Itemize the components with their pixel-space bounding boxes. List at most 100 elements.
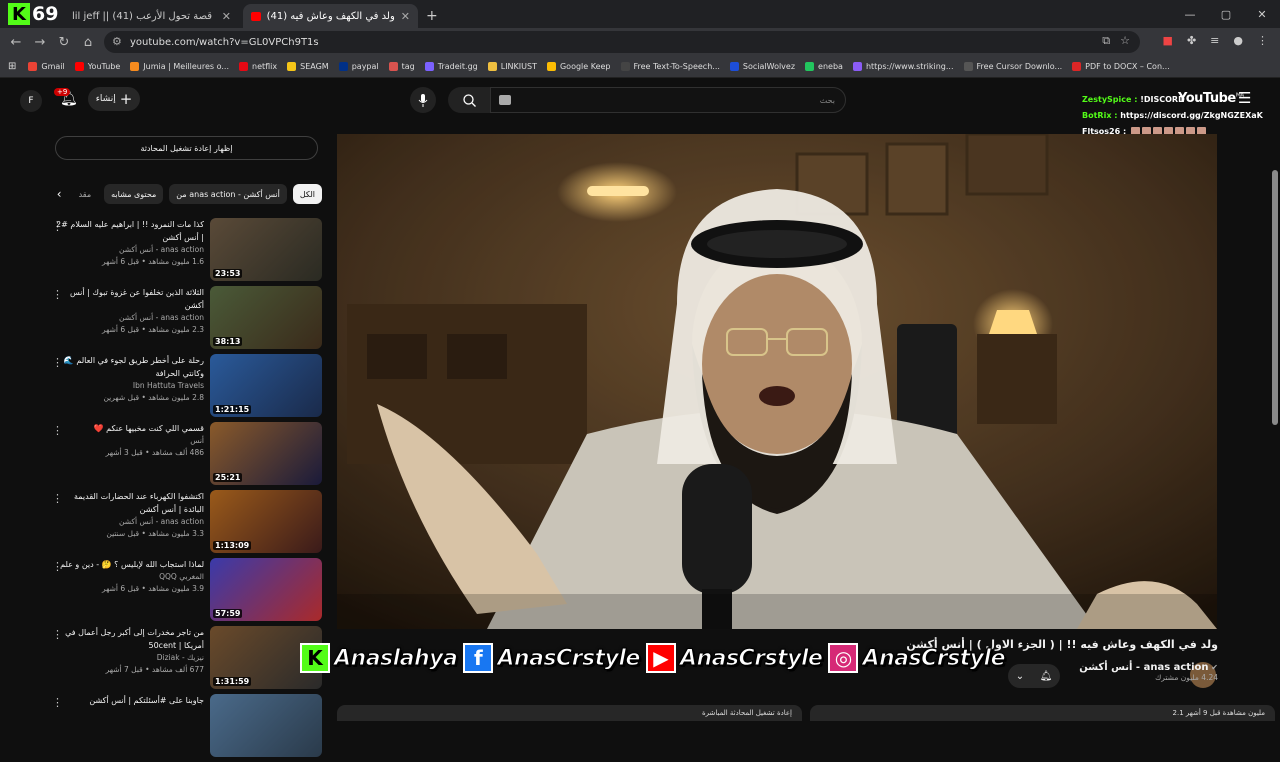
bookmark-item[interactable]: Jumia | Meilleures o... bbox=[130, 62, 229, 71]
bookmark-item[interactable]: https://www.striking... bbox=[852, 62, 954, 71]
video-frame bbox=[337, 134, 1217, 629]
avatar[interactable]: F bbox=[20, 90, 42, 112]
forward-icon[interactable]: → bbox=[28, 35, 52, 50]
video-thumbnail[interactable]: 25:21 bbox=[210, 422, 322, 485]
social-handle: K Anaslahya bbox=[300, 643, 458, 673]
kick-overlay: K 69 bbox=[8, 3, 58, 25]
bookmark-item[interactable]: Free Cursor Downlo... bbox=[963, 62, 1062, 71]
extension-icon[interactable]: ■ bbox=[1163, 34, 1173, 47]
home-icon[interactable]: ⌂ bbox=[76, 35, 100, 50]
scrollbar[interactable] bbox=[1272, 170, 1278, 425]
chat-text: https://discord.gg/ZkgNGZEXaK bbox=[1120, 111, 1263, 120]
star-icon[interactable]: ☆ bbox=[1120, 34, 1130, 48]
bookmark-item[interactable]: SocialWolvez bbox=[729, 62, 796, 71]
reading-list-icon[interactable]: ≡ bbox=[1210, 34, 1219, 47]
kebab-menu-icon[interactable]: ⋮ bbox=[1257, 34, 1268, 47]
related-channel[interactable]: Ibn Hattuta Travels bbox=[54, 380, 204, 392]
video-thumbnail[interactable]: 23:53 bbox=[210, 218, 322, 281]
related-channel[interactable]: المغربي QQQ bbox=[54, 571, 204, 583]
bookmark-item[interactable]: Google Keep bbox=[546, 62, 611, 71]
bookmark-item[interactable]: YouTube bbox=[74, 62, 121, 71]
bookmark-item[interactable]: tag bbox=[388, 62, 415, 71]
related-views: 3.9 مليون مشاهد • قبل 6 أشهر bbox=[102, 584, 204, 593]
chip-related[interactable]: محتوى مشابه bbox=[104, 184, 164, 204]
video-meta: من تاجر مخدرات إلى أكبر رجل أعمال في أمر… bbox=[54, 626, 204, 676]
video-thumbnail[interactable]: 1:21:15 bbox=[210, 354, 322, 417]
related-channel[interactable]: anas action - أنس أكشن bbox=[54, 244, 204, 256]
keyboard-icon[interactable] bbox=[499, 95, 511, 105]
apps-grid-icon[interactable]: ⊞ bbox=[8, 61, 16, 72]
bookmark-label: Gmail bbox=[41, 62, 65, 71]
related-video-title[interactable]: من تاجر مخدرات إلى أكبر رجل أعمال في أمر… bbox=[54, 626, 204, 652]
live-chat-replay-panel[interactable]: إعادة تشغيل المحادثة المباشرة bbox=[337, 705, 802, 721]
chip-all[interactable]: الكل bbox=[292, 184, 322, 204]
minimize-button[interactable]: — bbox=[1172, 0, 1208, 28]
bookmark-label: YouTube bbox=[87, 62, 121, 71]
bookmark-item[interactable]: Tradeit.gg bbox=[424, 62, 478, 71]
list-item[interactable]: ⋮ الثلاثة الذين تخلفوا عن غزوة تبوك | أنس… bbox=[50, 286, 322, 354]
video-thumbnail[interactable]: 57:59 bbox=[210, 558, 322, 621]
list-item[interactable]: ⋮ رحلة على أخطر طريق لجوء في العالم 🌊 وكا… bbox=[50, 354, 322, 422]
related-channel[interactable]: anas action - أنس أكشن bbox=[54, 312, 204, 324]
show-chat-replay-button[interactable]: إظهار إعادة تشغيل المحادثة bbox=[55, 136, 318, 160]
related-video-title[interactable]: لماذا استجاب الله لإبليس ؟ 🤔 - دين و علم bbox=[54, 558, 204, 571]
related-views: 2.8 مليون مشاهد • قبل شهرين bbox=[103, 393, 204, 402]
reload-icon[interactable]: ↻ bbox=[52, 35, 76, 50]
bookmark-item[interactable]: LINKIUST bbox=[487, 62, 537, 71]
chip-from-channel[interactable]: من anas action - أنس أكشن bbox=[169, 184, 287, 204]
mic-icon[interactable] bbox=[410, 87, 436, 113]
related-video-title[interactable]: الثلاثة الذين تخلفوا عن غزوة تبوك | أنس … bbox=[54, 286, 204, 312]
browser-tab[interactable]: lil jeff || (41) قصة تحول الأرعب ✕ bbox=[64, 4, 239, 28]
bookmark-item[interactable]: SEAGM bbox=[287, 62, 329, 71]
list-item[interactable]: ⋮ لماذا استجاب الله لإبليس ؟ 🤔 - دين و عل… bbox=[50, 558, 322, 626]
description-panel[interactable]: 2.1 مليون مشاهدة قبل 9 أشهر bbox=[810, 705, 1275, 721]
video-thumbnail[interactable] bbox=[210, 694, 322, 757]
install-icon[interactable]: ⧉ bbox=[1102, 34, 1110, 48]
related-video-title[interactable]: كذا مات النمرود !! | ابراهيم عليه السلام… bbox=[54, 218, 204, 244]
list-item[interactable]: ⋮ من تاجر مخدرات إلى أكبر رجل أعمال في أم… bbox=[50, 626, 322, 694]
close-icon[interactable]: ✕ bbox=[222, 10, 231, 23]
search-input[interactable]: بحث bbox=[490, 87, 846, 113]
profile-icon[interactable]: ● bbox=[1233, 34, 1243, 47]
list-item[interactable]: ⋮ كذا مات النمرود !! | ابراهيم عليه السلا… bbox=[50, 218, 322, 286]
list-item[interactable]: ⋮ اكتشفوا الكهرباء عند الحضارات القديمة ا… bbox=[50, 490, 322, 558]
video-thumbnail[interactable]: 38:13 bbox=[210, 286, 322, 349]
related-video-title[interactable]: جاوبنا على #أسئلتكم | أنس أكشن bbox=[54, 694, 204, 707]
video-thumbnail[interactable]: 1:13:09 bbox=[210, 490, 322, 553]
window-close-button[interactable]: ✕ bbox=[1244, 0, 1280, 28]
browser-tab-active[interactable]: (41) ولد في الكهف وعاش فيه ✕ bbox=[243, 4, 418, 28]
plus-icon: + bbox=[119, 90, 133, 108]
video-meta: قسمي اللي كنت مخبيها عنكم ❤️ أنس 486 ألف م… bbox=[54, 422, 204, 459]
list-item[interactable]: ⋮ قسمي اللي كنت مخبيها عنكم ❤️ أنس 486 ألف … bbox=[50, 422, 322, 490]
search-button[interactable] bbox=[448, 87, 490, 113]
bookmark-item[interactable]: paypal bbox=[338, 62, 379, 71]
create-button[interactable]: إنشاء + bbox=[88, 87, 140, 111]
list-item[interactable]: ⋮ جاوبنا على #أسئلتكم | أنس أكشن bbox=[50, 694, 322, 762]
bookmark-item[interactable]: Free Text-To-Speech... bbox=[620, 62, 720, 71]
subscribed-button[interactable]: ⌄ 🔔︎ bbox=[1008, 664, 1060, 688]
maximize-button[interactable]: ▢ bbox=[1208, 0, 1244, 28]
chip-more[interactable]: مقد bbox=[72, 184, 99, 204]
related-video-title[interactable]: رحلة على أخطر طريق لجوء في العالم 🌊 وكان… bbox=[54, 354, 204, 380]
related-channel[interactable]: نيزيك - Diziak bbox=[54, 652, 204, 664]
related-video-title[interactable]: قسمي اللي كنت مخبيها عنكم ❤️ bbox=[54, 422, 204, 435]
site-info-icon[interactable]: ⚙ bbox=[112, 35, 122, 48]
bookmark-item[interactable]: eneba bbox=[805, 62, 843, 71]
bookmark-item[interactable]: netflix bbox=[239, 62, 277, 71]
close-icon[interactable]: ✕ bbox=[401, 10, 410, 23]
bookmark-item[interactable]: PDF to DOCX – Con... bbox=[1072, 62, 1170, 71]
youtube-page: F 🔔︎ +9 إنشاء + بحث YouTubeMA ☰ ZestySpi… bbox=[0, 78, 1280, 757]
new-tab-button[interactable]: + bbox=[418, 4, 446, 28]
video-meta: جاوبنا على #أسئلتكم | أنس أكشن bbox=[54, 694, 204, 707]
chevron-left-icon[interactable]: ‹ bbox=[57, 187, 62, 201]
puzzle-icon[interactable]: ✤ bbox=[1187, 34, 1196, 47]
bookmark-item[interactable]: Gmail bbox=[28, 62, 65, 71]
url-bar[interactable]: ⚙ youtube.com/watch?v=GL0VPCh9T1s ⧉ ☆ bbox=[104, 31, 1140, 53]
back-icon[interactable]: ← bbox=[4, 35, 28, 50]
related-video-title[interactable]: اكتشفوا الكهرباء عند الحضارات القديمة ال… bbox=[54, 490, 204, 516]
related-channel[interactable]: أنس bbox=[54, 435, 204, 447]
video-player[interactable] bbox=[337, 134, 1217, 629]
bookmark-label: SocialWolvez bbox=[742, 62, 796, 71]
related-channel[interactable]: anas action - أنس أكشن bbox=[54, 516, 204, 528]
kick-number: 69 bbox=[32, 3, 59, 25]
